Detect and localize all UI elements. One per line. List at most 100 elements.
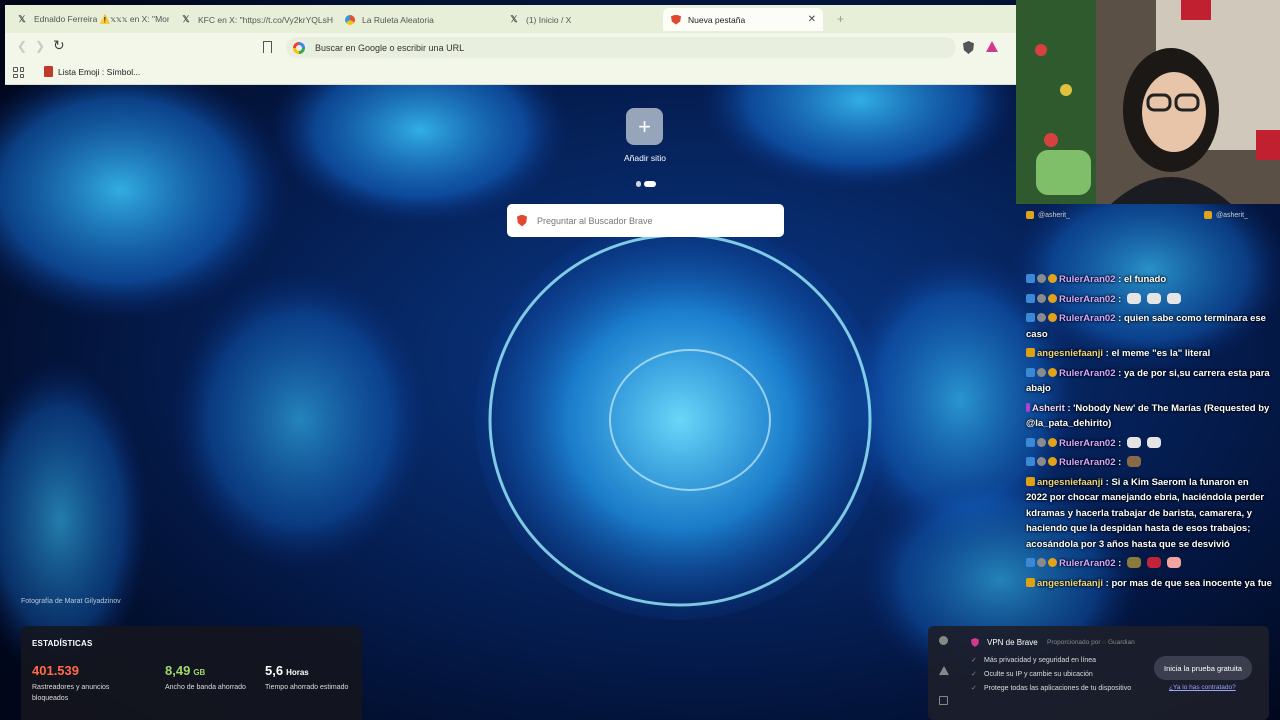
vpn-trial-button[interactable]: Inicia la prueba gratuita [1154,656,1252,680]
vpn-feature-text: Protege todas las aplicaciones de tu dis… [984,684,1132,692]
prime-badge-icon [1026,457,1035,466]
vpn-already-purchased-link[interactable]: ¿Ya lo has contratado? [1169,684,1236,691]
chat-username[interactable]: RulerAran02 [1059,294,1116,305]
brave-shields-icon[interactable] [963,41,974,54]
chat-username[interactable]: Asherit [1032,403,1065,414]
emote-icon [1126,557,1141,568]
stat-value: 401.539 [32,663,79,678]
tab-ruleta[interactable]: La Ruleta Aleatoria [337,8,497,31]
vpn-shield-icon[interactable] [939,636,948,645]
tab-strip: 𝕏 Ednaldo Ferreira ⚠️𝕩𝕩𝕩 en X: "Mon 𝕏 KF… [5,5,1016,33]
purple-badge-icon [1026,402,1030,412]
bookmark-icon[interactable] [263,41,272,53]
check-icon: ✓ [971,671,977,678]
chat-text: : [1115,437,1124,449]
search-placeholder: Preguntar al Buscador Brave [537,215,653,226]
photo-credit[interactable]: Fotografía de Marat Gilyadzinov [21,598,121,605]
add-site-label: Añadir sitio [623,153,667,163]
stream-chat: RulerAran02 : el funado RulerAran02 : Rul… [1026,272,1272,595]
chat-username[interactable]: RulerAran02 [1059,558,1116,569]
stats-title: ESTADÍSTICAS [32,639,93,648]
bookmark-lista-emoji[interactable]: Lista Emoji : Símbol... [44,66,140,77]
add-site-button[interactable]: + [626,108,663,145]
brave-search-box[interactable]: Preguntar al Buscador Brave [507,204,784,237]
chat-message: Asherit : 'Nobody New' de The Marías (Re… [1026,401,1272,432]
chat-username[interactable]: angesniefaanji [1037,578,1103,589]
chat-message: RulerAran02 : [1026,436,1272,452]
chat-username[interactable]: RulerAran02 [1059,438,1116,449]
chat-message: RulerAran02 : ya de por si,su carrera es… [1026,366,1272,397]
crown-badge-icon [1026,577,1035,587]
vpn-feature-text: Más privacidad y seguridad en línea [984,656,1097,664]
forward-icon[interactable]: ❯ [35,39,45,53]
check-icon: ✓ [971,657,977,664]
x-logo-icon: 𝕏 [510,14,518,24]
page-dot[interactable] [636,180,641,187]
brave-icon [671,14,681,25]
social-handles: @asherit_ @asherit_ [1016,204,1280,226]
tab-label: KFC en X: "https://t.co/Vy2krYQLsH" [198,14,333,25]
gear-badge-icon [1037,274,1046,283]
chat-username[interactable]: angesniefaanji [1037,348,1103,359]
tab-inicio-x[interactable]: 𝕏 (1) Inicio / X [501,8,661,31]
vpn-widget: VPN de Brave Proporcionado por ◌ Guardia… [928,626,1269,720]
chat-username[interactable]: RulerAran02 [1059,368,1116,379]
back-icon[interactable]: ❮ [17,39,27,53]
chat-text: : el funado [1115,274,1167,285]
apps-grid-icon[interactable] [13,67,24,78]
close-tab-icon[interactable]: ✕ [808,14,816,25]
pagination-dots[interactable] [636,175,656,193]
crown-badge-icon [1026,476,1035,486]
chat-message: angesniefaanji : Si a Kim Saerom la funa… [1026,475,1272,553]
stat-value: 8,49 [165,663,191,678]
tab-kfc[interactable]: 𝕏 KFC en X: "https://t.co/Vy2krYQLsH" [173,8,333,31]
gold-badge-icon [1048,293,1057,303]
chat-message: angesniefaanji : por mas de que sea inoc… [1026,576,1272,592]
chat-text: : [1115,457,1124,468]
prime-badge-icon [1026,313,1035,322]
stat-desc: Tiempo ahorrado estimado [265,684,349,691]
emote-icon [1146,557,1161,568]
address-bar-placeholder: Buscar en Google o escribir una URL [315,42,465,53]
gold-badge-icon [1048,313,1057,322]
emote-icon [1126,456,1141,467]
bookmark-favicon-icon [44,66,53,77]
stat-value: 5,6 [265,663,284,678]
instagram-handle-text: @asherit_ [1038,211,1071,219]
instagram-handle: @asherit_ [1026,211,1070,219]
tab-label: Nueva pestaña [688,14,746,25]
chat-username[interactable]: angesniefaanji [1037,477,1103,488]
prime-badge-icon [1026,274,1035,283]
chat-message: RulerAran02 : quien sabe como terminara … [1026,311,1272,342]
brave-rewards-icon[interactable] [986,41,998,52]
tab-label: Ednaldo Ferreira ⚠️𝕩𝕩𝕩 en X: "Mon [34,14,169,24]
gold-badge-icon [1048,437,1057,447]
address-bar[interactable]: Buscar en Google o escribir una URL [286,37,956,58]
cards-icon[interactable] [939,696,948,705]
vpn-feature-text: Oculte su IP y cambie su ubicación [984,670,1093,678]
gear-badge-icon [1037,558,1046,567]
chat-username[interactable]: RulerAran02 [1059,457,1116,468]
tab-nueva-pestana[interactable]: Nueva pestaña ✕ [663,8,823,31]
new-tab-button[interactable]: + [837,12,844,26]
browser-window: 𝕏 Ednaldo Ferreira ⚠️𝕩𝕩𝕩 en X: "Mon 𝕏 KF… [5,5,1016,85]
brave-lion-icon [517,214,527,227]
rewards-triangle-icon[interactable] [939,666,949,675]
page-dot-active[interactable] [644,180,656,187]
chat-username[interactable]: RulerAran02 [1059,313,1116,324]
instagram-icon [1026,211,1034,219]
tab-ednaldo[interactable]: 𝕏 Ednaldo Ferreira ⚠️𝕩𝕩𝕩 en X: "Mon [9,8,169,31]
stat-bandwidth: 8,49 GB Ancho de banda ahorrado [165,662,255,693]
stat-unit: GB [193,668,206,677]
reload-icon[interactable]: ↻ [53,37,65,54]
tab-label: (1) Inicio / X [526,14,572,25]
emote-icon [1166,557,1181,568]
toolbar: ❮ ❯ ↻ Buscar en Google o escribir una UR… [5,33,1016,61]
prime-badge-icon [1026,367,1035,377]
prime-badge-icon [1026,437,1035,447]
chat-username[interactable]: RulerAran02 [1059,274,1116,285]
crown-badge-icon [1026,348,1035,357]
x-logo-icon: 𝕏 [182,14,190,24]
x-logo-icon: 𝕏 [18,14,26,24]
stat-desc: Rastreadores y anuncios bloqueados [32,684,110,702]
